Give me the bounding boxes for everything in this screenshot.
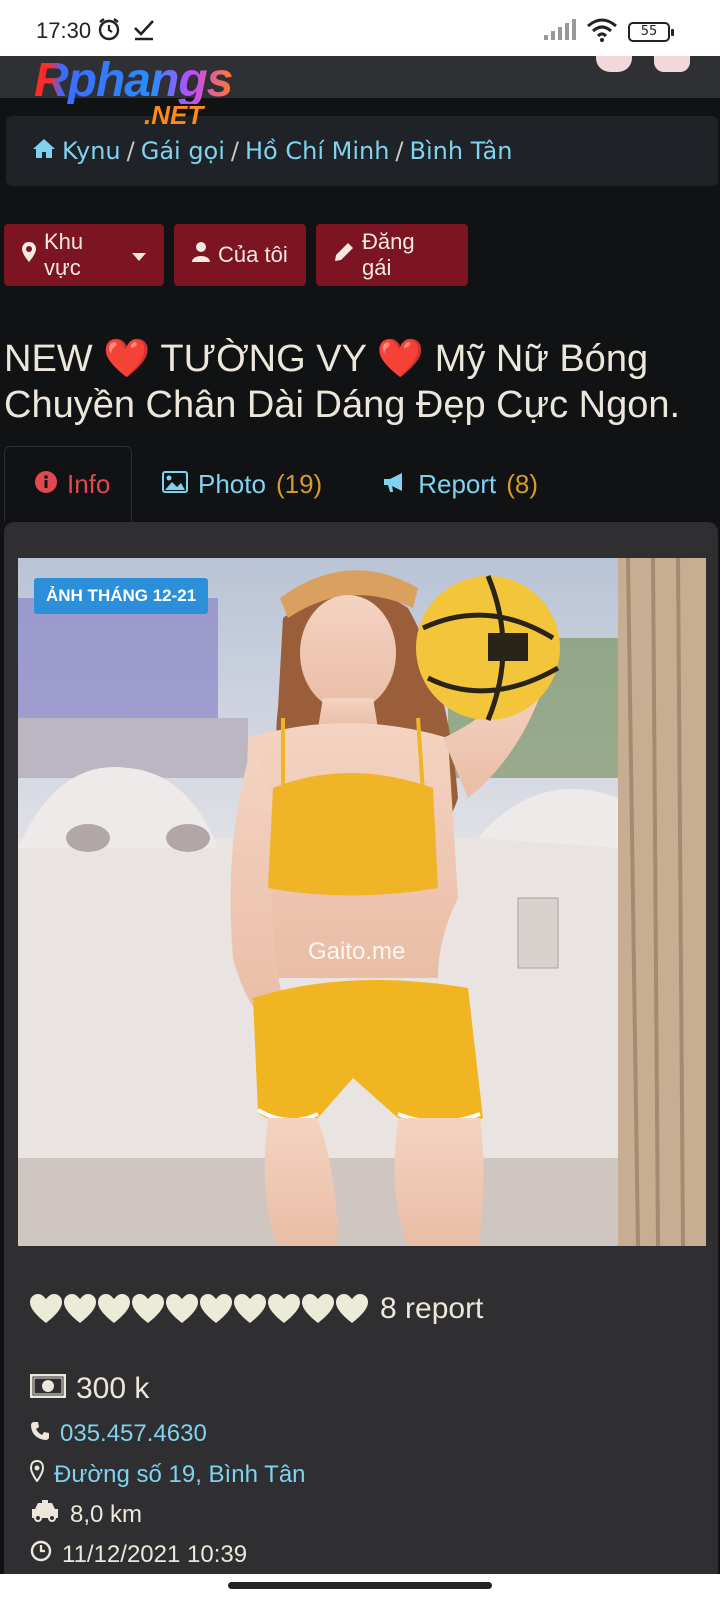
heart-icon — [302, 1294, 334, 1323]
datetime-value: 11/12/2021 10:39 — [62, 1540, 248, 1568]
user-icon — [192, 242, 210, 268]
user-icon[interactable] — [654, 56, 690, 72]
heart-icon — [64, 1294, 96, 1323]
status-time: 17:30 — [36, 18, 92, 43]
tab-photo-label: Photo — [198, 468, 266, 499]
distance-value: 8,0 km — [70, 1500, 143, 1528]
title-name: TƯỜNG VY — [160, 338, 367, 380]
breadcrumb-separator: / — [126, 137, 135, 165]
image-icon — [162, 469, 188, 500]
breadcrumb-item-kynu[interactable]: Kynu — [62, 137, 121, 165]
home-indicator[interactable] — [228, 1582, 492, 1589]
pencil-icon — [334, 242, 354, 268]
address-row[interactable]: Đường số 19, Bình Tân — [29, 1459, 306, 1489]
status-bar: 17:30 55 — [0, 0, 720, 56]
status-right-icons: 55 — [542, 18, 674, 46]
cua-toi-label: Của tôi — [218, 242, 288, 267]
breadcrumb-separator: / — [395, 137, 404, 165]
tab-report-count: (8) — [506, 468, 539, 499]
home-icon[interactable] — [32, 137, 56, 165]
dang-gai-label: Đăng gái — [362, 229, 415, 280]
tab-report-label: Report — [418, 468, 497, 499]
check-icon — [132, 16, 156, 46]
datetime-row: 11/12/2021 10:39 — [30, 1540, 247, 1569]
system-nav-bar — [0, 1574, 720, 1600]
heart-icon — [200, 1294, 232, 1323]
tab-info[interactable]: Info — [4, 446, 132, 522]
taxi-icon — [30, 1500, 60, 1529]
info-icon — [35, 469, 57, 500]
heart-icon — [30, 1294, 62, 1323]
action-buttons: Khu vực Của tôi Đăng gái — [4, 224, 468, 286]
phone-number[interactable]: 035.457.4630 — [60, 1420, 207, 1448]
phone-row[interactable]: 035.457.4630 — [30, 1420, 207, 1448]
rating-hearts: 8 report — [30, 1292, 483, 1326]
profile-photo[interactable]: ẢNH THÁNG 12-21 Gaito.me — [18, 558, 706, 1246]
khu-vuc-button[interactable]: Khu vực — [4, 224, 164, 286]
photo-watermark: Gaito.me — [308, 938, 406, 965]
chevron-down-icon — [132, 242, 146, 268]
address-text[interactable]: Đường số 19, Bình Tân — [54, 1461, 306, 1489]
breadcrumb-item-gai-goi[interactable]: Gái gọi — [141, 137, 225, 165]
photo-illustration — [18, 558, 706, 1246]
heart-icon — [98, 1294, 130, 1323]
title-new: NEW — [4, 338, 93, 380]
price-value: 300 k — [76, 1372, 150, 1405]
khu-vuc-label: Khu vực — [44, 229, 84, 280]
bullhorn-icon — [382, 469, 408, 500]
heart-icon — [234, 1294, 266, 1323]
dang-gai-button[interactable]: Đăng gái — [316, 224, 468, 286]
tabs: Info Photo (19) Report (8) — [4, 446, 568, 522]
alarm-icon — [96, 16, 122, 46]
tab-photo-count: (19) — [275, 468, 323, 499]
map-marker-icon — [22, 242, 36, 268]
logo-sub-text: .NET — [144, 100, 204, 130]
price-row: 300 k — [29, 1372, 150, 1406]
money-icon — [29, 1372, 67, 1406]
logo-main-text: Rphangs — [34, 54, 233, 107]
map-marker-icon — [29, 1459, 45, 1489]
signal-icon — [542, 19, 576, 45]
tab-photo[interactable]: Photo (19) — [132, 446, 352, 522]
heart-icon — [336, 1294, 368, 1323]
photo-badge: ẢNH THÁNG 12-21 — [34, 578, 209, 614]
site-logo[interactable]: Rphangs .NET — [34, 54, 233, 129]
battery-icon: 55 — [628, 22, 674, 42]
heart-icon: ❤️ — [103, 338, 151, 380]
breadcrumb-separator: / — [230, 137, 239, 165]
status-left-icons — [96, 16, 156, 46]
heart-icon: ❤️ — [376, 338, 425, 380]
heart-icon — [268, 1294, 300, 1323]
wifi-icon — [586, 18, 618, 46]
distance-row: 8,0 km — [30, 1500, 142, 1529]
breadcrumb-item-binh-tan[interactable]: Bình Tân — [410, 137, 513, 165]
post-title: NEW ❤️ TƯỜNG VY ❤️ Mỹ Nữ Bóng Chuyền Châ… — [4, 336, 716, 428]
breadcrumb: Kynu / Gái gọi / Hồ Chí Minh / Bình Tân — [6, 116, 718, 186]
breadcrumb-item-ho-chi-minh[interactable]: Hồ Chí Minh — [245, 137, 389, 165]
cua-toi-button[interactable]: Của tôi — [174, 224, 306, 286]
tab-info-label: Info — [67, 469, 111, 499]
tab-report[interactable]: Report (8) — [352, 446, 568, 522]
heart-icon — [166, 1294, 198, 1323]
heart-icon — [132, 1294, 164, 1323]
report-count-text: 8 report — [380, 1292, 484, 1325]
info-card: ẢNH THÁNG 12-21 Gaito.me 8 report 300 k … — [4, 522, 718, 1582]
phone-icon — [30, 1420, 50, 1448]
clock-icon — [30, 1540, 52, 1569]
